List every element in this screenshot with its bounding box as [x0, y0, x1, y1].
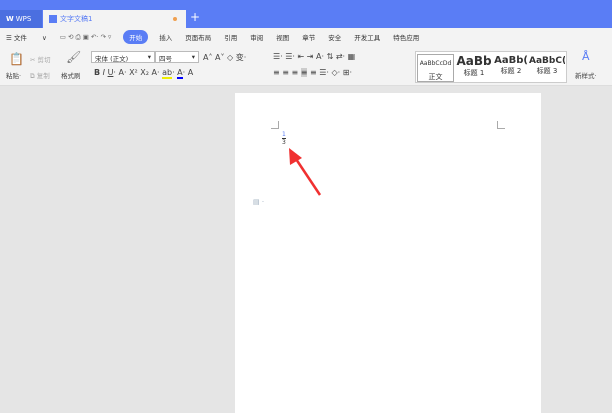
tab-layout[interactable]: 页面布局 — [185, 32, 211, 42]
style-heading-3[interactable]: AaBbC(标题 3 — [529, 54, 565, 76]
format-painter-button[interactable]: 格式刷 — [61, 70, 81, 80]
tab-section[interactable]: 章节 — [302, 32, 315, 42]
tab-document[interactable]: 文字文稿1 — [43, 10, 186, 28]
ribbon: 📋 粘贴· ✂ 剪切 ⧉ 复制 🖌 格式刷 宋体 (正文) ▾ 四号 ▾ A˄ A˅… — [0, 46, 612, 86]
font-size-select[interactable]: 四号 ▾ — [155, 51, 199, 63]
font-size-tools[interactable]: A˄ A˅ ◇ 变· — [203, 52, 246, 63]
paragraph-tools-bottom[interactable]: ≡ ≡ ≡ ≡ ≡ ☰· ◇· ⊞· — [273, 68, 352, 77]
margin-corner-right — [497, 121, 505, 129]
unsaved-dot-icon — [173, 17, 177, 21]
document-page[interactable]: 1 3 ▤ · — [235, 93, 541, 413]
fraction[interactable]: 1 3 — [282, 131, 286, 146]
cut-button[interactable]: ✂ 剪切 — [30, 54, 51, 64]
paste-options-icon[interactable]: ▤ · — [253, 198, 264, 206]
new-tab-button[interactable]: + — [190, 10, 200, 24]
new-style-icon: Å — [582, 50, 590, 63]
margin-corner-left — [271, 121, 279, 129]
tab-wps-home[interactable]: W WPS — [0, 10, 42, 28]
wps-logo-icon: W — [6, 15, 14, 23]
paste-button[interactable]: 粘贴· — [6, 70, 21, 80]
format-painter-icon: 🖌 — [66, 50, 82, 64]
paste-icon[interactable]: 📋 — [9, 52, 24, 66]
quick-access-icons[interactable]: ▭ ⟲ ⎙ ▣ ↶· ↷ ▿ — [60, 33, 112, 42]
tab-security[interactable]: 安全 — [328, 32, 341, 42]
red-arrow-annotation — [289, 148, 322, 196]
style-gallery: AaBbCcDd 正文 AaBb 标题 1 AaBb(标题 2 AaBbC(标题 3 — [415, 51, 567, 83]
style-heading-1[interactable]: AaBb 标题 1 — [456, 54, 492, 78]
document-icon — [49, 15, 57, 23]
tab-review[interactable]: 审阅 — [250, 32, 263, 42]
tab-references[interactable]: 引用 — [224, 32, 237, 42]
tab-features[interactable]: 特色应用 — [393, 32, 419, 42]
style-normal[interactable]: AaBbCcDd 正文 — [417, 54, 454, 82]
new-style-button[interactable]: 新样式· — [575, 70, 597, 80]
tab-insert[interactable]: 插入 — [159, 32, 172, 42]
tab-start[interactable]: 开始 — [123, 30, 149, 44]
tab-developer[interactable]: 开发工具 — [354, 32, 380, 42]
file-menu[interactable]: ☰ 文件 ∨ — [6, 32, 47, 42]
tab-view[interactable]: 视图 — [276, 32, 289, 42]
font-format-tools[interactable]: B I U· A· X² X₂ A· ab· A· A — [94, 68, 193, 79]
font-select[interactable]: 宋体 (正文) ▾ — [91, 51, 155, 63]
paragraph-tools-top[interactable]: ☰· ☰· ⇤ ⇥ A· ⇅ ⇄· ▦ — [273, 52, 355, 61]
style-heading-2[interactable]: AaBb(标题 2 — [493, 54, 529, 76]
menu-bar: ☰ 文件 ∨ ▭ ⟲ ⎙ ▣ ↶· ↷ ▿ 开始 插入 页面布局 引用 审阅 视… — [0, 28, 612, 46]
copy-button[interactable]: ⧉ 复制 — [30, 70, 50, 81]
